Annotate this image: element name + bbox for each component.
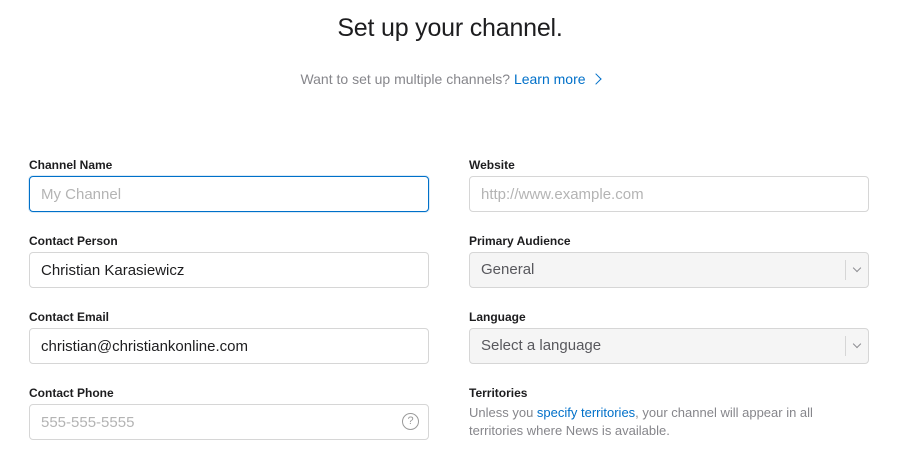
contact-email-field: Contact Email	[29, 310, 429, 364]
channel-name-input[interactable]	[30, 177, 428, 211]
channel-name-label: Channel Name	[29, 158, 113, 172]
language-select[interactable]: Select a language	[469, 328, 869, 364]
website-field: Website	[469, 158, 869, 212]
contact-person-label: Contact Person	[29, 234, 118, 248]
learn-more-label: Learn more	[513, 71, 586, 87]
select-divider	[845, 336, 846, 356]
specify-territories-link[interactable]: specify territories	[537, 405, 635, 420]
language-value: Select a language	[481, 337, 602, 354]
contact-person-field: Contact Person	[29, 234, 429, 288]
help-icon[interactable]: ?	[402, 413, 419, 430]
page-title: Set up your channel.	[337, 14, 563, 42]
select-divider	[845, 260, 846, 280]
contact-email-input-box	[29, 328, 429, 364]
contact-phone-input-box: ?	[29, 404, 429, 440]
contact-phone-input[interactable]	[30, 405, 428, 439]
contact-phone-label: Contact Phone	[29, 386, 114, 400]
channel-name-field: Channel Name	[29, 158, 429, 212]
website-label: Website	[469, 158, 515, 172]
primary-audience-label: Primary Audience	[469, 234, 571, 248]
territories-description: Unless you specify territories, your cha…	[469, 404, 869, 440]
language-label: Language	[469, 310, 526, 324]
multiple-channels-text: Want to set up multiple channels?	[300, 71, 511, 87]
multiple-channels-prompt: Want to set up multiple channels? Learn …	[0, 70, 900, 88]
contact-phone-field: Contact Phone ?	[29, 386, 429, 440]
contact-email-label: Contact Email	[29, 310, 110, 324]
website-input-box	[469, 176, 869, 212]
primary-audience-select[interactable]: General	[469, 252, 869, 288]
contact-email-input[interactable]	[30, 329, 428, 363]
chevron-down-icon	[852, 339, 862, 349]
language-field: Language Select a language	[469, 310, 869, 364]
website-input[interactable]	[470, 177, 868, 211]
territories-field: Territories Unless you specify territori…	[469, 386, 869, 440]
chevron-right-icon	[589, 73, 602, 85]
learn-more-link[interactable]: Learn more	[513, 71, 602, 87]
primary-audience-value: General	[481, 261, 535, 278]
contact-person-input[interactable]	[30, 253, 428, 287]
primary-audience-field: Primary Audience General	[469, 234, 869, 288]
chevron-down-icon	[852, 263, 862, 273]
channel-name-input-box	[29, 176, 429, 212]
territories-label: Territories	[469, 386, 528, 400]
contact-person-input-box	[29, 252, 429, 288]
territories-text-before: Unless you	[469, 405, 537, 420]
